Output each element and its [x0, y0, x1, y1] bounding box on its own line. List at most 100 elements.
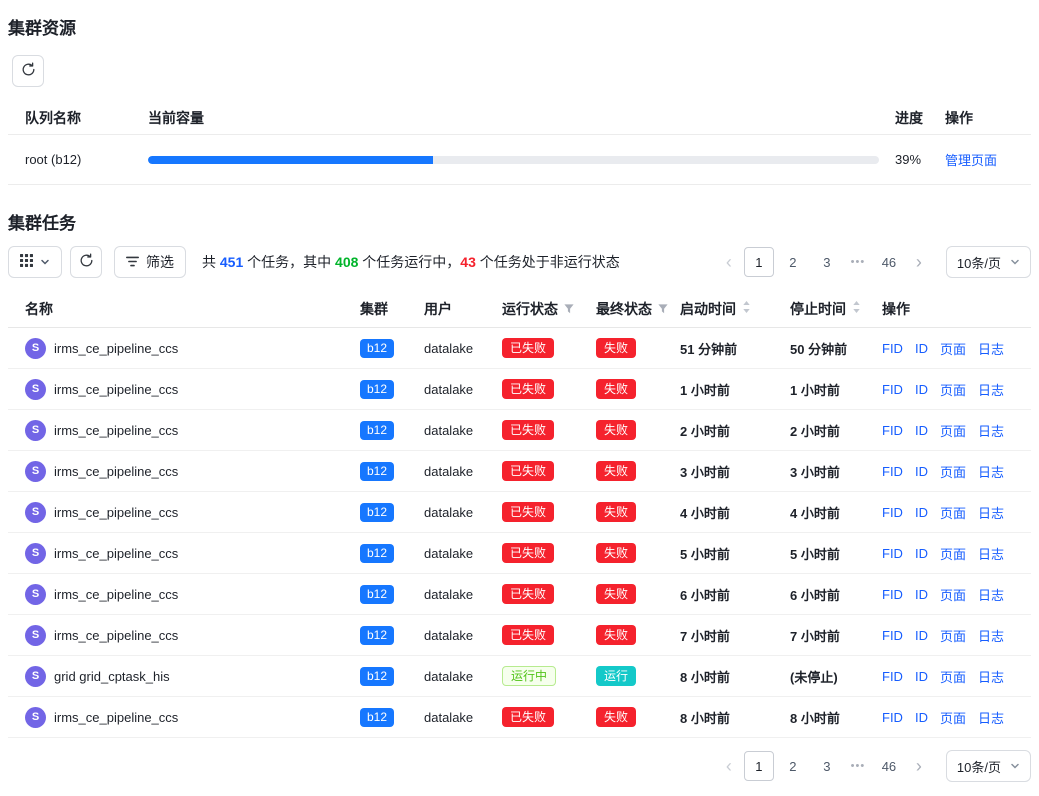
page-button-46[interactable]: 46	[874, 247, 904, 277]
header-stop-time: 停止时间	[790, 299, 882, 319]
cluster-cell: b12	[360, 626, 424, 645]
action-cell: FID ID 页面 日志	[882, 626, 1031, 645]
log-link[interactable]: 日志	[978, 585, 1004, 604]
resources-refresh-button[interactable]	[12, 55, 44, 87]
final-status-tag: 失败	[596, 379, 636, 399]
log-link[interactable]: 日志	[978, 544, 1004, 563]
fid-link[interactable]: FID	[882, 341, 903, 356]
header-current-capacity: 当前容量	[148, 108, 895, 128]
layout-grid-button[interactable]	[8, 246, 62, 278]
start-time: 4 小时前	[680, 503, 790, 522]
log-link[interactable]: 日志	[978, 462, 1004, 481]
pagination-ellipsis[interactable]: •••	[844, 760, 872, 772]
page-button-3[interactable]: 3	[812, 751, 842, 781]
id-link[interactable]: ID	[915, 710, 928, 725]
page-button-2[interactable]: 2	[778, 751, 808, 781]
summary-text: 个任务，其中	[243, 254, 335, 270]
page-link[interactable]: 页面	[940, 585, 966, 604]
fid-link[interactable]: FID	[882, 423, 903, 438]
start-time: 1 小时前	[680, 380, 790, 399]
page-link[interactable]: 页面	[940, 339, 966, 358]
funnel-icon[interactable]	[658, 301, 668, 317]
run-status-cell: 已失败	[502, 625, 596, 645]
run-status-tag: 已失败	[502, 420, 554, 440]
log-link[interactable]: 日志	[978, 626, 1004, 645]
run-status-tag: 已失败	[502, 625, 554, 645]
tasks-refresh-button[interactable]	[70, 246, 102, 278]
pagination-bottom: ‹ 1 2 3 ••• 46 › 10条/页	[716, 750, 1031, 782]
chevron-down-icon	[40, 254, 50, 270]
id-link[interactable]: ID	[915, 587, 928, 602]
run-status-tag: 已失败	[502, 707, 554, 727]
log-link[interactable]: 日志	[978, 339, 1004, 358]
log-link[interactable]: 日志	[978, 667, 1004, 686]
page-link[interactable]: 页面	[940, 544, 966, 563]
fid-link[interactable]: FID	[882, 669, 903, 684]
id-link[interactable]: ID	[915, 505, 928, 520]
page-link[interactable]: 页面	[940, 380, 966, 399]
id-link[interactable]: ID	[915, 423, 928, 438]
fid-link[interactable]: FID	[882, 464, 903, 479]
refresh-icon	[21, 62, 36, 80]
page-link[interactable]: 页面	[940, 667, 966, 686]
log-link[interactable]: 日志	[978, 380, 1004, 399]
id-link[interactable]: ID	[915, 669, 928, 684]
capacity-progress-bar	[148, 156, 879, 164]
page-link[interactable]: 页面	[940, 626, 966, 645]
fid-link[interactable]: FID	[882, 628, 903, 643]
table-row: S grid grid_cptask_his b12 datalake 运行中 …	[8, 656, 1031, 697]
header-progress: 进度	[895, 108, 945, 128]
page-link[interactable]: 页面	[940, 462, 966, 481]
run-status-cell: 已失败	[502, 461, 596, 481]
tasks-toolbar: 筛选 共 451 个任务，其中 408 个任务运行中，43 个任务处于非运行状态…	[8, 246, 1031, 278]
cluster-cell: b12	[360, 585, 424, 604]
avatar: S	[25, 584, 46, 605]
page-button-3[interactable]: 3	[812, 247, 842, 277]
id-link[interactable]: ID	[915, 464, 928, 479]
prev-page-button[interactable]: ‹	[716, 750, 742, 782]
header-start-time: 启动时间	[680, 299, 790, 319]
log-link[interactable]: 日志	[978, 503, 1004, 522]
user-cell: datalake	[424, 710, 502, 725]
page-link[interactable]: 页面	[940, 708, 966, 727]
id-link[interactable]: ID	[915, 382, 928, 397]
page-button-1[interactable]: 1	[744, 247, 774, 277]
stop-time: 50 分钟前	[790, 339, 882, 358]
user-cell: datalake	[424, 423, 502, 438]
fid-link[interactable]: FID	[882, 505, 903, 520]
page-size-select[interactable]: 10条/页	[946, 246, 1031, 278]
header-action: 操作	[882, 299, 1031, 319]
fid-link[interactable]: FID	[882, 382, 903, 397]
fid-link[interactable]: FID	[882, 546, 903, 561]
filter-button[interactable]: 筛选	[114, 246, 186, 278]
stop-time: 7 小时前	[790, 626, 882, 645]
user-cell: datalake	[424, 505, 502, 520]
task-name-cell: S irms_ce_pipeline_ccs	[8, 420, 360, 441]
manage-page-link[interactable]: 管理页面	[945, 153, 997, 168]
cluster-badge: b12	[360, 503, 394, 522]
id-link[interactable]: ID	[915, 341, 928, 356]
sorter-icon[interactable]	[852, 300, 861, 317]
header-final-status-label: 最终状态	[596, 299, 652, 319]
id-link[interactable]: ID	[915, 546, 928, 561]
start-time: 7 小时前	[680, 626, 790, 645]
fid-link[interactable]: FID	[882, 710, 903, 725]
page-link[interactable]: 页面	[940, 421, 966, 440]
id-link[interactable]: ID	[915, 628, 928, 643]
cluster-badge: b12	[360, 667, 394, 686]
sorter-icon[interactable]	[742, 300, 751, 317]
next-page-button[interactable]: ›	[906, 246, 932, 278]
prev-page-button[interactable]: ‹	[716, 246, 742, 278]
fid-link[interactable]: FID	[882, 587, 903, 602]
funnel-icon[interactable]	[564, 301, 574, 317]
next-page-button[interactable]: ›	[906, 750, 932, 782]
page-size-select[interactable]: 10条/页	[946, 750, 1031, 782]
page-button-46[interactable]: 46	[874, 751, 904, 781]
page-button-1[interactable]: 1	[744, 751, 774, 781]
page-button-2[interactable]: 2	[778, 247, 808, 277]
log-link[interactable]: 日志	[978, 421, 1004, 440]
log-link[interactable]: 日志	[978, 708, 1004, 727]
page-link[interactable]: 页面	[940, 503, 966, 522]
table-row: S irms_ce_pipeline_ccs b12 datalake 已失败 …	[8, 328, 1031, 369]
pagination-ellipsis[interactable]: •••	[844, 256, 872, 268]
